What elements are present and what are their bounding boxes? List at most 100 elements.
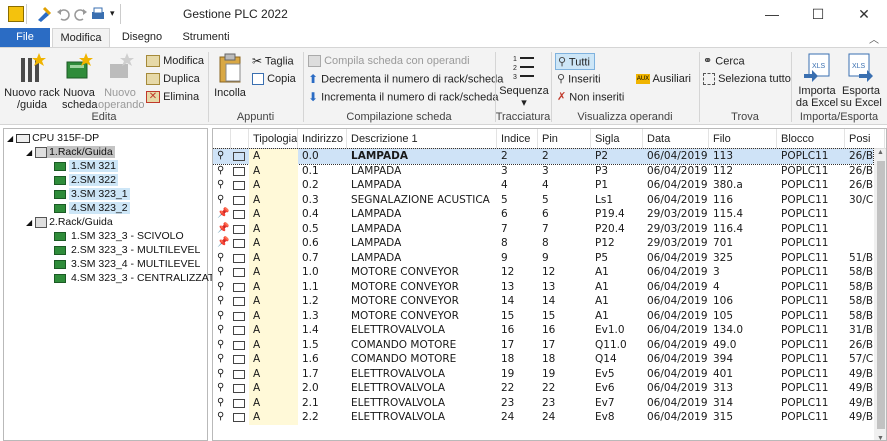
tab-modifica[interactable]: Modifica xyxy=(52,28,110,48)
duplicate-button[interactable]: Duplica xyxy=(146,71,200,88)
io-card-icon xyxy=(233,210,245,219)
table-row[interactable]: ⚲ A 2.1 ELETTROVALVOLA 23 23 Ev7 06/04/2019 314 P… xyxy=(213,395,873,410)
table-row[interactable]: ⚲ A 0.3 SEGNALAZIONE ACUSTICA 5 5 Ls1 06/04/201… xyxy=(213,192,873,207)
tab-strumenti[interactable]: Strumenti xyxy=(174,28,238,47)
import-excel-button[interactable]: XLS Importa da Excel xyxy=(795,52,839,109)
table-row[interactable]: ⚲ A 0.2 LAMPADA 4 4 P1 06/04/2019 380.a POPLC11 26… xyxy=(213,178,873,193)
tab-disegno[interactable]: Disegno xyxy=(112,28,172,47)
tab-file[interactable]: File xyxy=(0,28,50,47)
table-cell: 16 xyxy=(542,324,556,336)
pin-icon: ⚲ xyxy=(217,266,225,277)
table-row[interactable]: ⚲ A 0.0 LAMPADA 2 2 P2 06/04/2019 113 POPLC11 26/B xyxy=(213,148,874,165)
tree-node-module[interactable]: 1.SM 323_3 - SCIVOLO xyxy=(54,229,186,243)
column-header[interactable]: Blocco xyxy=(777,129,845,149)
table-cell: 19 xyxy=(501,367,515,380)
cut-button[interactable]: ✂ Taglia xyxy=(252,53,294,70)
table-cell: Ev1.0 xyxy=(595,324,625,336)
column-header[interactable]: Pin xyxy=(538,129,591,149)
scroll-up-icon[interactable]: ▲ xyxy=(877,149,884,156)
table-row[interactable]: ⚲ A 2.0 ELETTROVALVOLA 22 22 Ev6 06/04/2019 313 P… xyxy=(213,381,873,396)
table-cell: P20.4 xyxy=(595,222,625,235)
close-button[interactable]: ✕ xyxy=(841,0,887,28)
table-row[interactable]: ⚲ A 1.4 ELETTROVALVOLA 16 16 Ev1.0 06/04/2019 13… xyxy=(213,323,873,338)
tree-node-rack1[interactable]: ◢ 1.Rack/Guida xyxy=(26,145,115,159)
column-header[interactable]: Sigla xyxy=(591,129,643,149)
sequence-button[interactable]: 1 2 3 Sequenza ▾ xyxy=(498,52,550,109)
pin-icon: ⚲ xyxy=(217,150,225,161)
table-row[interactable]: 📌 A 0.6 LAMPADA 8 8 P12 29/03/2019 701 POPLC11 xyxy=(213,236,873,251)
edit-label: Modifica xyxy=(163,55,205,67)
table-cell: 106 xyxy=(713,295,734,307)
delete-icon: ✕ xyxy=(146,91,160,104)
collapse-arrow-icon[interactable]: ◢ xyxy=(26,218,32,227)
column-header[interactable]: Descrizione 1 xyxy=(347,129,497,149)
table-cell: 701 xyxy=(713,237,734,249)
table-row[interactable]: ⚲ A 0.7 LAMPADA 9 9 P5 06/04/2019 325 POPLC11 51/B xyxy=(213,250,873,265)
minimize-button[interactable]: — xyxy=(749,0,795,28)
increment-button[interactable]: ⬇ Incrementa il numero di rack/scheda xyxy=(308,89,498,106)
table-cell: 29/03/2019 xyxy=(647,222,708,235)
tree-node-module[interactable]: 3.SM 323_4 - MULTILEVEL xyxy=(54,257,202,271)
tree-node-rack2[interactable]: ◢ 2.Rack/Guida xyxy=(26,215,115,229)
table-cell: POPLC11 xyxy=(781,193,829,206)
table-cell: MOTORE CONVEYOR xyxy=(351,309,459,322)
table-row[interactable]: ⚲ A 0.1 LAMPADA 3 3 P3 06/04/2019 112 POPLC11 26/B xyxy=(213,163,873,178)
decrement-button[interactable]: ⬆ Decrementa il numero di rack/scheda xyxy=(308,71,503,88)
auxiliary-button[interactable]: AUX Ausiliari xyxy=(636,71,691,88)
collapse-arrow-icon[interactable]: ◢ xyxy=(26,148,32,157)
table-row[interactable]: ⚲ A 2.2 ELETTROVALVOLA 24 24 Ev8 06/04/2019 315 P… xyxy=(213,410,873,425)
table-row[interactable]: ⚲ A 1.1 MOTORE CONVEYOR 13 13 A1 06/04/2019 4 POP… xyxy=(213,279,873,294)
show-all-button[interactable]: ⚲ Tutti xyxy=(555,53,595,70)
export-excel-button[interactable]: XLS Esporta su Excel xyxy=(839,52,883,109)
copy-button[interactable]: Copia xyxy=(252,71,296,88)
vertical-scrollbar[interactable]: ▲ ▼ xyxy=(874,149,886,440)
table-row[interactable]: ⚲ A 1.2 MOTORE CONVEYOR 14 14 A1 06/04/2019 106 P… xyxy=(213,294,873,309)
maximize-button[interactable]: ☐ xyxy=(795,0,841,28)
tree-node-label: 4.SM 323_3 - CENTRALIZZATO xyxy=(71,272,223,284)
compile-card-button[interactable]: Compila scheda con operandi xyxy=(308,53,470,70)
new-operand-button[interactable]: Nuovo operando xyxy=(98,52,145,111)
tree-node-module[interactable]: 2.SM 322 xyxy=(54,173,118,187)
scrollbar-thumb[interactable] xyxy=(877,161,885,429)
tree-node-module[interactable]: 3.SM 323_1 xyxy=(54,187,130,201)
table-row[interactable]: ⚲ A 1.3 MOTORE CONVEYOR 15 15 A1 06/04/2019 105 P… xyxy=(213,308,873,323)
column-header[interactable]: Indice xyxy=(497,129,538,149)
tree-node-module[interactable]: 2.SM 323_3 - MULTILEVEL xyxy=(54,243,202,257)
column-header[interactable]: Data xyxy=(643,129,709,149)
column-header[interactable]: Indirizzo xyxy=(298,129,347,149)
quick-access-tool-icon[interactable] xyxy=(36,6,52,22)
paste-button[interactable]: Incolla xyxy=(212,52,248,99)
column-header[interactable]: Tipologia xyxy=(249,129,298,149)
table-cell: 14 xyxy=(501,295,515,307)
search-button[interactable]: ⚭ Cerca xyxy=(703,53,745,70)
show-inserted-button[interactable]: ⚲ Inseriti xyxy=(557,71,601,88)
column-header[interactable]: Posi xyxy=(845,129,885,149)
scroll-down-icon[interactable]: ▼ xyxy=(877,435,884,440)
table-row[interactable]: 📌 A 0.5 LAMPADA 7 7 P20.4 29/03/2019 116.4 POPLC1… xyxy=(213,221,873,236)
redo-icon[interactable] xyxy=(72,6,88,22)
collapse-ribbon-icon[interactable]: ︿ xyxy=(869,31,879,46)
column-header[interactable]: Filo xyxy=(709,129,777,149)
new-rack-button[interactable]: Nuovo rack /guida xyxy=(4,52,60,111)
new-operand-label: Nuovo operando xyxy=(98,87,145,111)
tree-node-cpu[interactable]: ◢ CPU 315F-DP xyxy=(7,131,101,145)
table-row[interactable]: 📌 A 0.4 LAMPADA 6 6 P19.4 29/03/2019 115.4 POPLC1… xyxy=(213,207,873,222)
collapse-arrow-icon[interactable]: ◢ xyxy=(7,134,13,143)
table-row[interactable]: ⚲ A 1.5 COMANDO MOTORE 17 17 Q11.0 06/04/2019 49… xyxy=(213,337,873,352)
select-all-button[interactable]: Seleziona tutto xyxy=(703,71,791,88)
table-cell: LAMPADA xyxy=(351,222,402,235)
table-cell: A xyxy=(249,366,298,381)
show-not-inserted-button[interactable]: ✗ Non inseriti xyxy=(557,89,624,106)
tree-node-module[interactable]: 4.SM 323_2 xyxy=(54,201,130,215)
table-row[interactable]: ⚲ A 1.6 COMANDO MOTORE 18 18 Q14 06/04/2019 394 P… xyxy=(213,352,873,367)
undo-icon[interactable] xyxy=(56,6,72,22)
table-row[interactable]: ⚲ A 1.0 MOTORE CONVEYOR 12 12 A1 06/04/2019 3 POP… xyxy=(213,265,873,280)
new-card-button[interactable]: Nuova scheda xyxy=(62,52,97,111)
table-row[interactable]: ⚲ A 1.7 ELETTROVALVOLA 19 19 Ev5 06/04/2019 401 P… xyxy=(213,366,873,381)
edit-button[interactable]: Modifica xyxy=(146,53,204,70)
quick-access-dropdown-icon[interactable]: ▾ xyxy=(110,8,115,19)
delete-button[interactable]: ✕ Elimina xyxy=(146,89,199,106)
tree-node-module[interactable]: 1.SM 321 xyxy=(54,159,118,173)
tree-node-module[interactable]: 4.SM 323_3 - CENTRALIZZATO xyxy=(54,271,224,285)
print-icon[interactable] xyxy=(90,6,106,22)
